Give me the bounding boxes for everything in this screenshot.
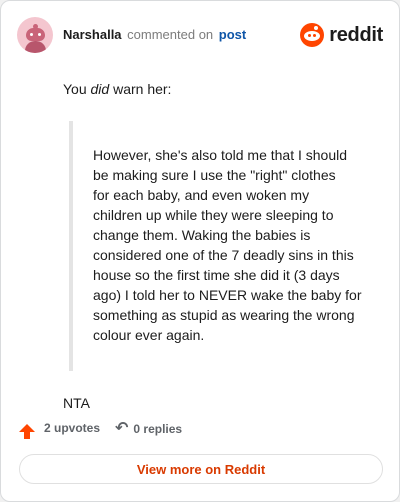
- quote-line: colour ever again.: [93, 327, 205, 343]
- avatar-body: [25, 41, 46, 53]
- comment-embed-card: Narshalla commented on post reddit You d…: [0, 0, 400, 502]
- quote-line: be making sure I use the "right" clothes: [93, 167, 336, 183]
- reply-arrow-icon: ↶: [115, 420, 129, 437]
- comment-header: Narshalla commented on post reddit: [17, 17, 383, 53]
- post-link[interactable]: post: [219, 27, 246, 42]
- quote-line: something as stupid as wearing the wrong: [93, 307, 355, 323]
- comment-footer: 2 upvotes ↶ 0 replies: [19, 421, 383, 441]
- upvote-arrow-icon: [19, 424, 35, 439]
- username-link[interactable]: Narshalla: [63, 27, 122, 42]
- quote-line: children up while they were sleeping to: [93, 207, 334, 223]
- comment-verdict: NTA: [63, 395, 90, 411]
- brand-wordmark: reddit: [329, 23, 383, 46]
- intro-emphasis: did: [90, 81, 110, 97]
- upvote-button[interactable]: 2 upvotes: [19, 421, 101, 439]
- view-more-button[interactable]: View more on Reddit: [19, 454, 383, 484]
- avatar[interactable]: [17, 17, 53, 53]
- comment-meta: Narshalla commented on post: [63, 27, 246, 43]
- reddit-logo[interactable]: reddit: [300, 21, 383, 49]
- quote-line: ago) I told her to NEVER wake the baby f…: [93, 287, 362, 303]
- quote-line: considered one of the 7 deadly sins in t…: [93, 247, 354, 263]
- quote-line: However, she's also told me that I shoul…: [93, 147, 348, 163]
- avatar-eye-left: [30, 33, 33, 36]
- comment-body: You did warn her: However, she's also to…: [63, 79, 381, 413]
- comment-intro: You did warn her:: [63, 81, 172, 97]
- action-text: commented on: [127, 27, 214, 42]
- reply-count: 0 replies: [133, 422, 183, 436]
- quote-line: for each baby, and even woken my: [93, 187, 310, 203]
- blockquote: However, she's also told me that I shoul…: [69, 121, 381, 371]
- upvote-count: 2 upvotes: [44, 421, 101, 435]
- reddit-logo-icon: [300, 23, 325, 47]
- avatar-eye-right: [38, 33, 41, 36]
- replies-button[interactable]: ↶ 0 replies: [115, 421, 182, 437]
- quote-line: change them. Waking the babies is: [93, 227, 311, 243]
- avatar-head: [26, 28, 45, 41]
- quote-line: house so the first time she did it (3 da…: [93, 267, 340, 283]
